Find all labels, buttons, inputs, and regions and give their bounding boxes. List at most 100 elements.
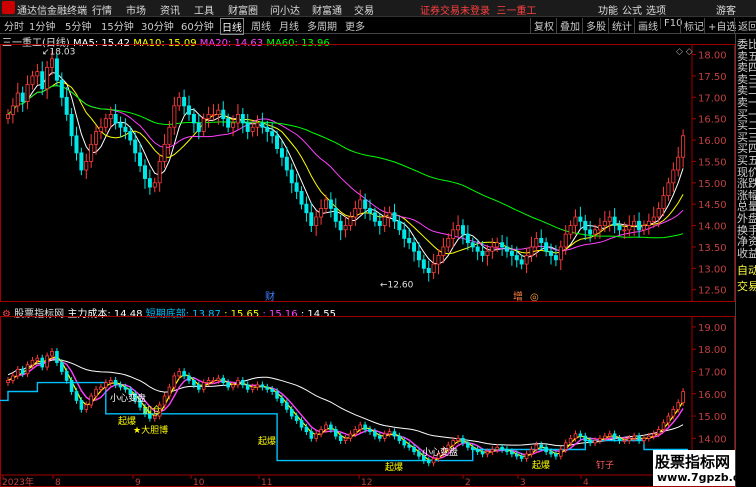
candle-body [647,435,651,439]
candle-body [563,442,568,450]
candle-body [485,451,490,455]
toolbar-mark[interactable]: 标记 [680,18,704,33]
diamond-icon[interactable]: ◇ ◇ [676,47,693,57]
candle-body [319,429,323,435]
candle-body [397,220,402,231]
toolbar-draw-line[interactable]: 画线 [634,18,658,33]
candle-body [64,96,69,115]
y-tick-label: 12.50 [698,286,727,297]
signal-annotation: 加仓 [143,404,161,416]
period-30min[interactable]: 30分钟 [140,18,175,33]
candle-body [343,225,348,231]
event-marker: ◎ [530,292,539,302]
candle-body [25,84,30,102]
menu-news[interactable]: 资讯 [160,2,180,17]
menu-formula[interactable]: 公式 [622,2,642,17]
candle-body [539,444,544,448]
menu-bar: 通达信金融终端 行情 市场 资讯 工具 财富圈 问小达 财富通 交易 证券交易未… [0,0,756,17]
menu-guest[interactable]: 游客 [716,2,736,17]
candle-body [372,212,377,222]
high-price-label: ↙18.03 [42,47,75,57]
candle-body [177,371,182,377]
period-toolbar: 分时 1分钟 5分钟 15分钟 30分钟 60分钟 日线 周线 月线 多周期 更… [0,17,756,35]
candle-body [353,429,358,435]
candle-body [617,225,622,231]
candle-body [294,182,299,192]
menu-tools[interactable]: 工具 [194,2,214,17]
period-5min[interactable]: 5分钟 [64,18,92,33]
signal-annotation: ★大胆博 [133,424,168,436]
candle-body [431,457,436,464]
login-warning[interactable]: 证券交易未登录 三一重工 [420,2,536,17]
candle-body [539,238,544,244]
candle-body [421,259,426,269]
toolbar-back[interactable]: 返回 [734,18,756,33]
candle-body [451,440,455,446]
period-tick[interactable]: 分时 [3,18,25,33]
toolbar-multi-stock[interactable]: 多股 [582,18,606,33]
candlestick-chart[interactable]: 18.00 17.50 17.00 16.50 16.00 15.50 15.00 14.50… [0,44,735,302]
candle-body [245,384,250,390]
menu-function[interactable]: 功能 [598,2,618,17]
menu-market-quotes[interactable]: 行情 [92,2,112,17]
candle-body [475,246,480,252]
menu-market[interactable]: 市场 [126,2,146,17]
toolbar-statistics[interactable]: 统计 [608,18,632,33]
period-weekly[interactable]: 周线 [250,18,272,33]
candle-body [323,199,328,209]
candle-body [250,126,255,132]
menu-wealth-pass[interactable]: 财富通 [312,2,342,17]
candle-body [138,152,143,167]
candle-body [103,118,108,128]
signal-annotation: 起爆 [258,435,276,447]
candle-body [544,242,549,252]
chart-frame [0,44,735,302]
period-more[interactable]: 更多 [344,18,366,33]
candle-body [622,229,627,232]
period-daily[interactable]: 日线 [220,18,244,35]
menu-wealth-circle[interactable]: 财富圈 [228,2,258,17]
menu-trade[interactable]: 交易 [354,2,374,17]
candle-body [177,96,182,107]
candle-body [593,440,597,444]
candle-body [363,424,367,430]
period-monthly[interactable]: 月线 [278,18,300,33]
toolbar-add-watchlist[interactable]: +自选 [704,18,736,33]
candle-body [231,384,235,388]
candle-body [10,105,15,115]
candle-body [328,199,333,209]
period-multi[interactable]: 多周期 [306,18,338,33]
candle-body [45,355,49,368]
candle-body [656,429,661,435]
candle-body [338,220,343,231]
period-60min[interactable]: 60分钟 [180,18,215,33]
toolbar-restore-rights[interactable]: 复权 [530,18,554,33]
menu-ask-xiaoda[interactable]: 问小达 [270,2,300,17]
candle-body [358,199,363,209]
candle-body [514,255,519,261]
candle-body [299,420,304,428]
candle-body [553,255,558,261]
candle-body [519,455,524,459]
candle-body [285,402,289,410]
menu-options[interactable]: 选项 [646,2,666,17]
toolbar-overlay[interactable]: 叠加 [556,18,580,33]
candle-body [470,446,475,450]
candle-body [20,92,25,102]
candle-body [260,122,265,128]
candle-body [265,386,270,390]
candle-body [324,424,328,430]
candle-body [666,415,671,424]
candle-body [598,437,602,441]
candle-body [25,364,30,375]
period-15min[interactable]: 15分钟 [100,18,135,33]
candle-body [456,225,461,231]
candle-body [333,208,338,222]
candle-body [98,126,103,132]
period-1min[interactable]: 1分钟 [28,18,56,33]
candle-body [504,246,509,252]
indicator-chart[interactable]: 19.0018.0017.0016.0015.0014.0013.00小心变盘加… [0,316,735,487]
candle-body [607,433,612,437]
candle-body [216,109,221,115]
watermark-title: 股票指标网 [655,453,731,471]
